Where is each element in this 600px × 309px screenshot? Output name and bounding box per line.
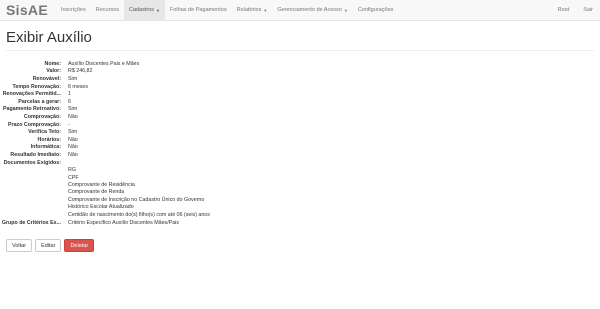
detail-label: Horários: xyxy=(37,136,61,143)
detail-value: Sim xyxy=(68,129,78,136)
detail-value: 6 meses xyxy=(68,83,89,90)
detail-value: 6 xyxy=(68,98,71,105)
detail-row: Informática: Não xyxy=(0,144,600,152)
detail-row: Nome: Auxílio Discentes Pais e Mães xyxy=(0,60,600,68)
nav-relatorios[interactable]: Relatórios ▼ xyxy=(232,0,273,20)
detail-row: Tempo Renovação: 6 meses xyxy=(0,83,600,91)
detail-label: Verifica Teto: xyxy=(28,129,61,136)
nav-gerenciamento-acesso[interactable]: Gerenciamento de Acesso ▼ xyxy=(272,0,352,20)
detail-value: - xyxy=(68,121,70,128)
page-title: Exibir Auxílio xyxy=(6,29,92,46)
detail-label: Renovações Permitid... xyxy=(2,91,61,98)
nav-inscricoes[interactable]: Inscrições xyxy=(56,0,91,20)
list-item: Comprovante de Inscrição no Cadastro Úni… xyxy=(68,196,205,203)
brand-logo[interactable]: SisAE xyxy=(0,0,56,20)
detail-label: Prazo Comprovação: xyxy=(8,121,61,128)
edit-button[interactable]: Editar xyxy=(35,239,62,252)
nav-logout[interactable]: Sair xyxy=(576,0,600,20)
detail-label: Valor: xyxy=(46,68,61,75)
detail-row: Prazo Comprovação: - xyxy=(0,121,600,129)
detail-row: Renovações Permitid... 1 xyxy=(0,90,600,98)
detail-row: Verifica Teto: Sim xyxy=(0,128,600,136)
detail-label: Pagamento Retroativo: xyxy=(3,106,61,113)
detail-label: Grupo de Critérios Es... xyxy=(1,219,61,226)
detail-row: Horários: Não xyxy=(0,136,600,144)
list-item: Comprovante de Residência xyxy=(68,182,135,189)
navbar-right: Root Sair xyxy=(551,0,600,20)
detail-row: Parcelas a gerar: 6 xyxy=(0,98,600,106)
nav-cadastros[interactable]: Cadastros ▼ xyxy=(123,0,166,20)
detail-row-criteria: Grupo de Critérios Es... Critério Específ… xyxy=(0,219,600,227)
detail-value: R$ 246,82 xyxy=(68,68,93,75)
detail-value: Sim xyxy=(68,106,78,113)
detail-value: Não xyxy=(68,144,78,151)
nav-user-root[interactable]: Root xyxy=(551,0,577,20)
detail-label: Resultado Imediato: xyxy=(10,151,61,158)
detail-value: Não xyxy=(68,151,78,158)
detail-row: Comprovação: Não xyxy=(0,113,600,121)
caret-down-icon: ▼ xyxy=(156,7,161,13)
caret-down-icon: ▼ xyxy=(343,7,348,13)
detail-value: Auxílio Discentes Pais e Mães xyxy=(68,60,140,67)
documents-list: RG CPF Comprovante de Residência Comprov… xyxy=(68,167,600,219)
navbar: SisAE Inscrições Recursos Cadastros ▼ Fol… xyxy=(0,0,600,21)
detail-label: Renovável: xyxy=(32,75,61,82)
detail-value: Critério Específico Auxílio Discentes Mã… xyxy=(68,219,179,226)
detail-value: Sim xyxy=(68,75,78,82)
detail-row: Pagamento Retroativo: Sim xyxy=(0,106,600,114)
detail-label: Informática: xyxy=(30,144,61,151)
delete-button[interactable]: Deletar xyxy=(64,239,95,252)
nav-recursos[interactable]: Recursos xyxy=(91,0,124,20)
detail-value: 1 xyxy=(68,91,71,98)
detail-row: Resultado Imediato: Não xyxy=(0,151,600,159)
detail-label: Nome: xyxy=(44,60,61,67)
back-button[interactable]: Voltar xyxy=(6,239,33,252)
detail-label: Parcelas a gerar: xyxy=(18,98,61,105)
action-buttons: Voltar Editar Deletar xyxy=(6,239,95,252)
caret-down-icon: ▼ xyxy=(263,7,268,13)
detail-row: Documentos Exigidos: xyxy=(0,159,600,167)
list-item: CPF xyxy=(68,174,79,181)
list-item: Certidão de nascimento do(s) filho(s) co… xyxy=(68,211,210,218)
detail-row: Renovável: Sim xyxy=(0,75,600,83)
detail-label: Comprovação: xyxy=(23,113,61,120)
list-item: Comprovante de Renda xyxy=(68,189,125,196)
details-list: Nome: Auxílio Discentes Pais e Mães Valor… xyxy=(0,60,600,227)
detail-value: Não xyxy=(68,113,78,120)
nav-folhas-pagamentos[interactable]: Folhas de Pagamentos xyxy=(165,0,232,20)
detail-value: Não xyxy=(68,136,78,143)
title-divider xyxy=(6,50,594,51)
detail-row: Valor: R$ 246,82 xyxy=(0,68,600,76)
detail-label: Tempo Renovação: xyxy=(12,83,61,90)
list-item: RG xyxy=(68,167,76,174)
detail-label: Documentos Exigidos: xyxy=(3,159,61,166)
list-item: Histórico Escolar Atualizado xyxy=(68,204,134,211)
nav-configuracoes[interactable]: Configurações xyxy=(353,0,398,20)
